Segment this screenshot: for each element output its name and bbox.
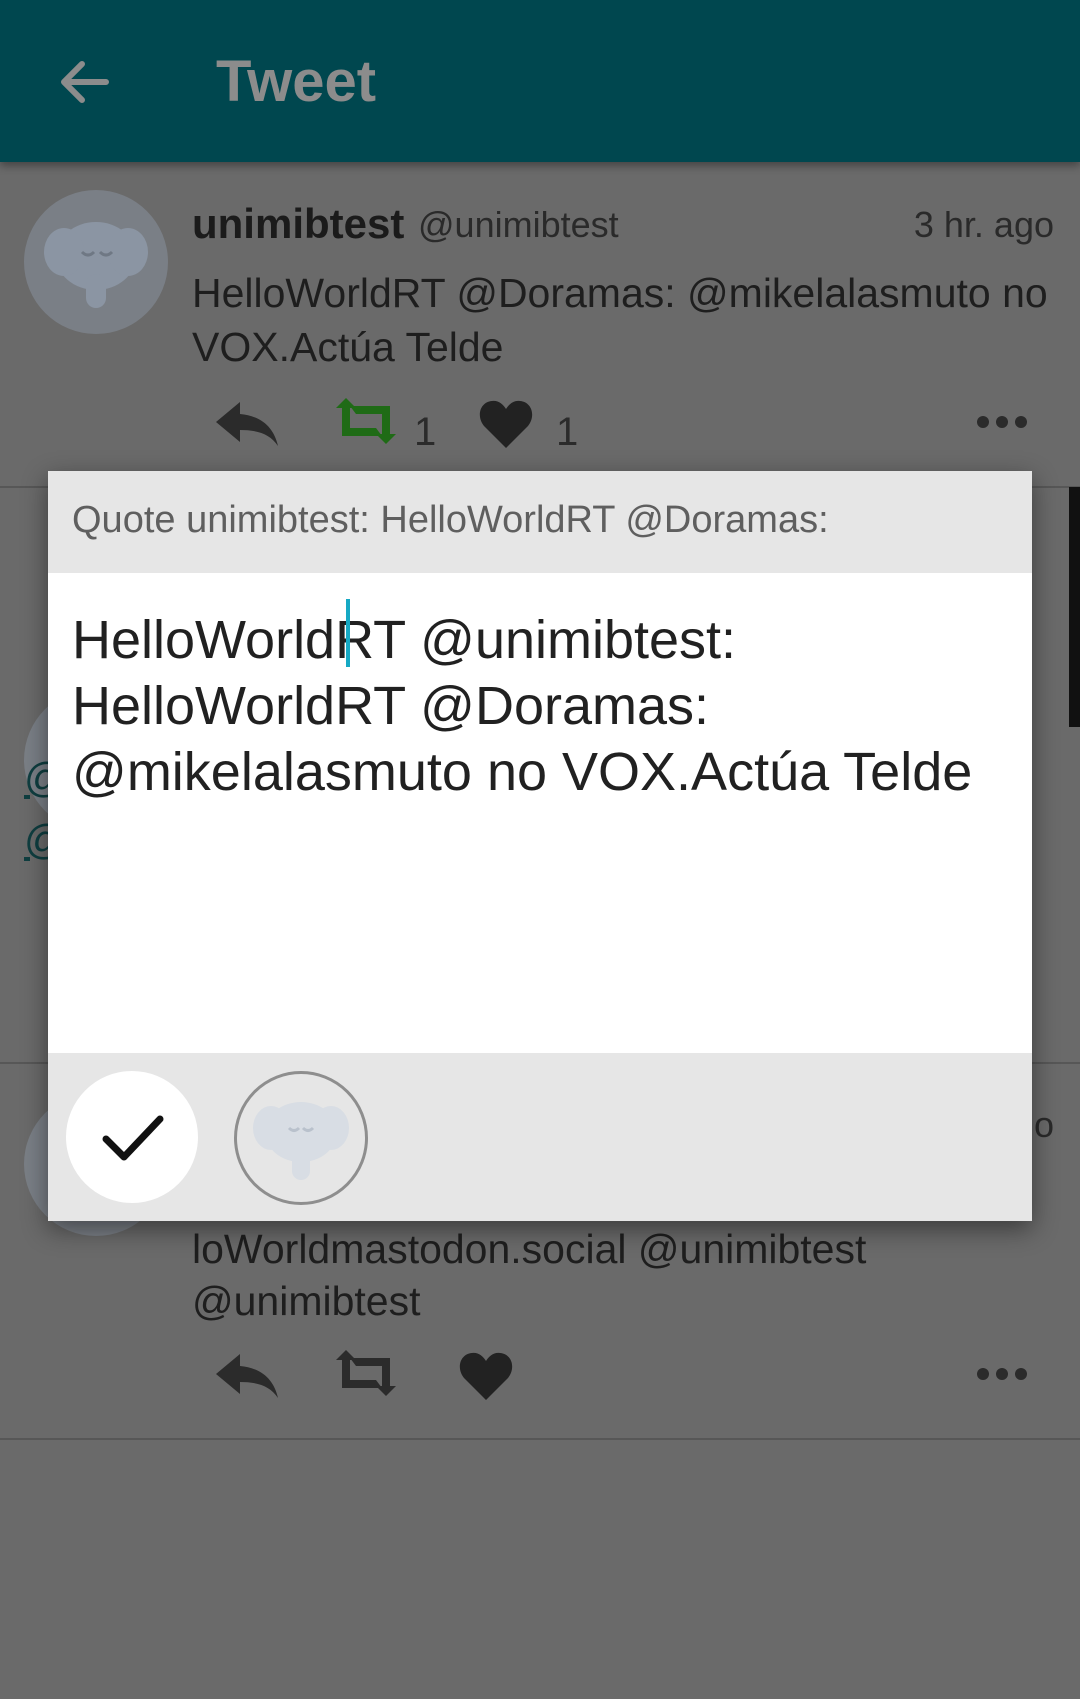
back-arrow-icon[interactable] (52, 50, 116, 114)
quote-dialog: Quote unimibtest: HelloWorldRT @Doramas:… (48, 471, 1032, 1221)
mastodon-elephant-icon (253, 1102, 349, 1180)
page-title: Tweet (216, 49, 377, 114)
tweet-content: HelloWorldRT @Doramas: @mikelalasmuto no… (192, 270, 1048, 370)
heart-icon[interactable] (478, 398, 534, 450)
app-bar: Tweet (0, 0, 1080, 162)
heart-icon[interactable] (458, 1350, 514, 1402)
text-before-cursor: HelloWorld (72, 610, 336, 670)
more-horizontal-icon[interactable] (976, 414, 1028, 430)
timestamp: 3 hr. ago (913, 204, 1054, 245)
dialog-header: Quote unimibtest: HelloWorldRT @Doramas: (48, 471, 1032, 573)
mastodon-elephant-icon (44, 222, 148, 308)
send-button[interactable] (66, 1071, 198, 1203)
timestamp: o (1033, 1104, 1054, 1145)
check-icon (102, 1115, 164, 1161)
retweet-count: 1 (414, 410, 437, 454)
reply-icon[interactable] (212, 398, 282, 448)
retweet-icon[interactable] (332, 1348, 400, 1398)
more-horizontal-icon[interactable] (976, 1366, 1028, 1382)
username[interactable]: unimibtest (192, 200, 404, 248)
retweet-icon[interactable] (332, 396, 400, 446)
dialog-title: Quote unimibtest: HelloWorldRT @Doramas: (72, 499, 829, 541)
tweet-content-line: loWorldmastodon.social @unimibtest (192, 1226, 867, 1272)
user-handle: @unimibtest (418, 204, 619, 245)
reply-icon[interactable] (212, 1350, 282, 1400)
divider (0, 1438, 1080, 1440)
quote-text-input[interactable]: HelloWorldRT @unimibtest: HelloWorldRT @… (72, 607, 1012, 805)
tweet-content-line: @unimibtest (192, 1278, 421, 1324)
account-selector-button[interactable] (234, 1071, 368, 1205)
avatar[interactable] (24, 190, 168, 334)
text-cursor (346, 599, 350, 667)
like-count: 1 (556, 410, 579, 454)
scrollbar[interactable] (1069, 487, 1080, 727)
